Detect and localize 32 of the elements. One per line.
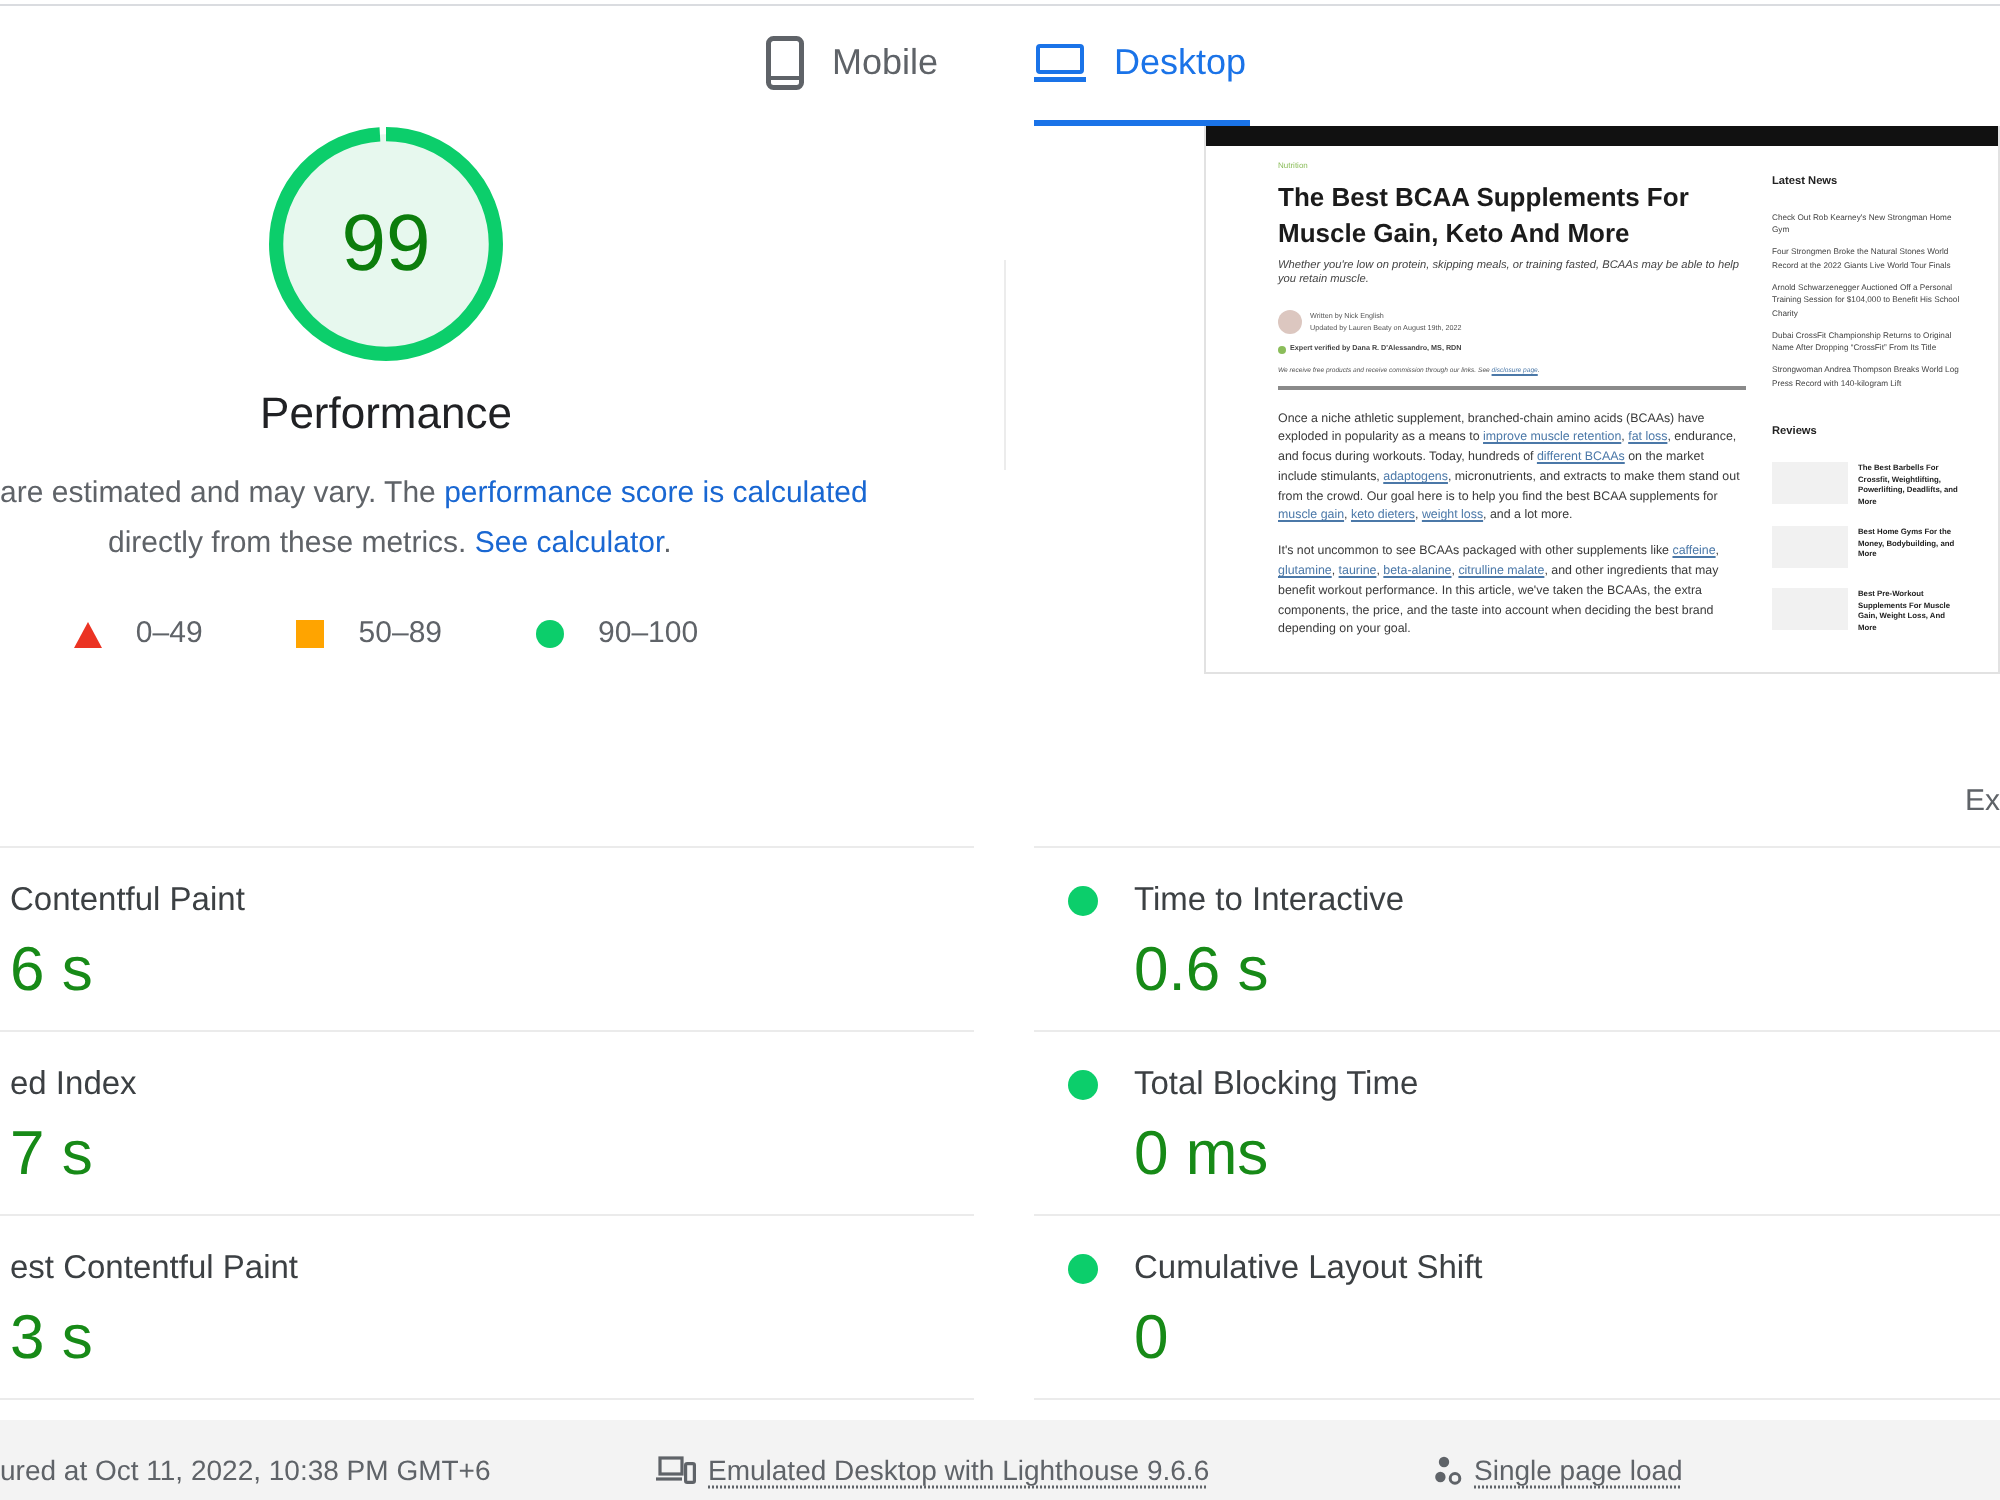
devices-icon (656, 1456, 696, 1484)
metric-label: ed Index (10, 1064, 137, 1104)
metric-label: Contentful Paint (10, 880, 245, 920)
laptop-icon (1034, 44, 1087, 82)
score-note: are estimated and may vary. The performance score is calculated directly from these metrics. See calculator. (0, 474, 870, 564)
metric-label: Total Blocking Time (1134, 1064, 1419, 1104)
metric-label: Cumulative Layout Shift (1134, 1248, 1483, 1288)
dots-icon (1434, 1455, 1462, 1485)
score-value: 99 (341, 198, 431, 290)
article-title: The Best BCAA Supplements For Muscle Gain, Keto And More (1278, 179, 1691, 251)
metric-value: 0.6 s (1134, 934, 1269, 1006)
metric-label: est Contentful Paint (10, 1248, 299, 1288)
load-info[interactable]: Single page load (1474, 1452, 1683, 1488)
author-avatar (1278, 310, 1302, 334)
legend-label: 0–49 (135, 614, 203, 654)
category-title: Performance (260, 388, 512, 440)
legend-label: 50–89 (358, 614, 443, 654)
note-link[interactable]: performance score is calculated (444, 476, 868, 510)
metric-value: 6 s (10, 934, 93, 1006)
capture-time: ured at Oct 11, 2022, 10:38 PM GMT+6 (0, 1452, 491, 1488)
expand-toggle[interactable]: Ex (1964, 786, 2000, 818)
metric-value: 7 s (10, 1118, 93, 1190)
metric-value: 3 s (10, 1302, 93, 1374)
legend-label: 90–100 (598, 614, 699, 654)
metric-value: 0 ms (1134, 1118, 1269, 1190)
metric-value: 0 (1134, 1302, 1169, 1374)
device-info[interactable]: Emulated Desktop with Lighthouse 9.6.6 (708, 1452, 1210, 1488)
phone-icon (766, 36, 804, 90)
metric-label: Time to Interactive (1134, 880, 1405, 920)
verified-icon (1278, 345, 1286, 353)
note-link[interactable]: See calculator (474, 526, 664, 560)
device-tab[interactable]: Mobile (766, 6, 943, 126)
